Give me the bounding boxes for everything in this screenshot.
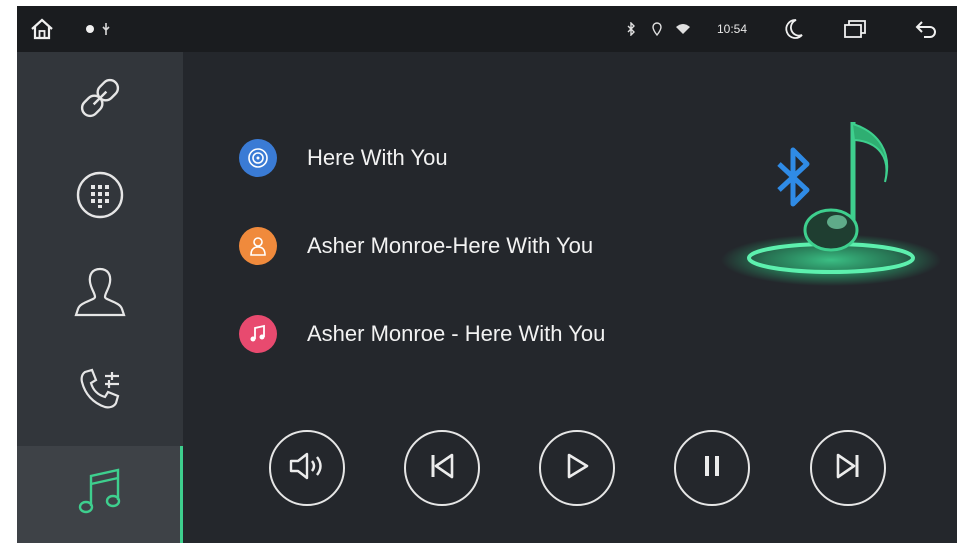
album-icon <box>239 139 277 177</box>
next-track-button[interactable] <box>810 430 886 506</box>
artist-row: Asher Monroe-Here With You <box>239 226 593 266</box>
pause-button[interactable] <box>674 430 750 506</box>
sidebar-item-music[interactable] <box>17 446 183 543</box>
usb-icon <box>99 6 113 52</box>
music-note-icon <box>803 122 889 252</box>
bluetooth-music-screen: 10:54 Here With You Asher Monroe-Here Wi… <box>17 6 957 543</box>
play-icon <box>562 451 592 486</box>
back-icon[interactable] <box>911 6 943 52</box>
previous-track-icon <box>427 451 457 486</box>
recent-apps-icon[interactable] <box>839 6 871 52</box>
dialpad-icon <box>75 170 125 225</box>
bluetooth-icon <box>623 6 639 52</box>
next-track-icon <box>833 451 863 486</box>
status-time: 10:54 <box>716 22 748 36</box>
music-icon <box>76 466 124 523</box>
sidebar-item-dialpad[interactable] <box>17 149 183 246</box>
status-bar: 10:54 <box>17 6 957 52</box>
artist-name: Asher Monroe-Here With You <box>307 233 594 258</box>
link-icon <box>76 74 124 127</box>
volume-button[interactable] <box>269 430 345 506</box>
bluetooth-icon <box>777 147 810 207</box>
sidebar-item-link[interactable] <box>17 52 183 149</box>
album-name: Here With You <box>307 145 448 170</box>
night-mode-icon[interactable] <box>780 6 808 52</box>
home-icon[interactable] <box>25 6 59 52</box>
title-row: Asher Monroe - Here With You <box>239 314 605 354</box>
song-title: Asher Monroe - Here With You <box>307 321 606 346</box>
call-settings-icon <box>75 364 125 419</box>
wifi-icon <box>673 6 693 52</box>
album-row: Here With You <box>239 138 448 178</box>
play-button[interactable] <box>539 430 615 506</box>
music-content: Here With You Asher Monroe-Here With You… <box>183 52 957 543</box>
artist-icon <box>239 227 277 265</box>
sidebar-item-call-settings[interactable] <box>17 343 183 440</box>
bluetooth-music-art <box>703 102 943 302</box>
song-title-icon <box>239 315 277 353</box>
pause-icon <box>697 451 727 486</box>
volume-icon <box>287 451 327 486</box>
previous-track-button[interactable] <box>404 430 480 506</box>
location-icon <box>649 6 665 52</box>
notification-dot-icon <box>83 6 97 52</box>
sidebar-item-contacts[interactable] <box>17 246 183 343</box>
contact-icon <box>72 265 128 324</box>
sidebar <box>17 52 183 543</box>
